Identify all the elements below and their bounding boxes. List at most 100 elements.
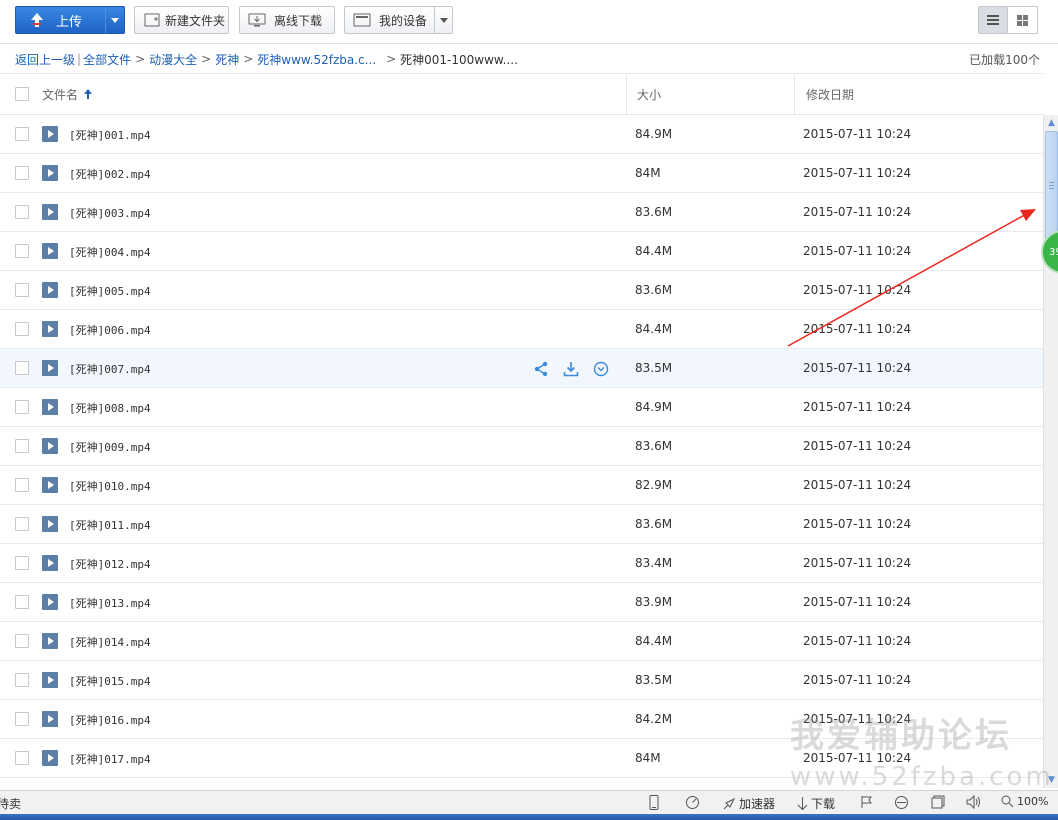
video-file-icon bbox=[42, 438, 58, 454]
table-row[interactable]: [死神]014.mp4 84.4M 2015-07-11 10:24 bbox=[0, 622, 1043, 661]
breadcrumb-item-bleach-site[interactable]: 死神www.52fzba.c... bbox=[257, 51, 376, 68]
breadcrumb-item-anime[interactable]: 动漫大全 bbox=[149, 51, 197, 68]
upload-icon bbox=[28, 12, 46, 28]
row-checkbox[interactable] bbox=[15, 439, 29, 453]
file-name[interactable]: [死神]011.mp4 bbox=[69, 517, 151, 533]
file-name[interactable]: [死神]003.mp4 bbox=[69, 205, 151, 221]
accelerator-button[interactable]: 加速器 bbox=[722, 795, 775, 812]
table-row[interactable]: [死神]007.mp4 83.5M 2015-07-11 10:24 bbox=[0, 349, 1043, 388]
row-actions bbox=[531, 359, 610, 378]
my-devices-dropdown[interactable] bbox=[434, 7, 452, 33]
row-checkbox[interactable] bbox=[15, 556, 29, 570]
table-row[interactable]: [死神]001.mp4 84.9M 2015-07-11 10:24 bbox=[0, 115, 1043, 154]
row-checkbox[interactable] bbox=[15, 751, 29, 765]
table-row[interactable]: [死神]009.mp4 83.6M 2015-07-11 10:24 bbox=[0, 427, 1043, 466]
table-row[interactable]: [死神]011.mp4 83.6M 2015-07-11 10:24 bbox=[0, 505, 1043, 544]
row-checkbox[interactable] bbox=[15, 478, 29, 492]
file-date: 2015-07-11 10:24 bbox=[803, 634, 912, 648]
file-name[interactable]: [死神]001.mp4 bbox=[69, 127, 151, 143]
offline-download-button[interactable]: 离线下载 bbox=[239, 6, 335, 34]
video-file-icon bbox=[42, 750, 58, 766]
row-checkbox[interactable] bbox=[15, 283, 29, 297]
file-name[interactable]: [死神]016.mp4 bbox=[69, 712, 151, 728]
table-row[interactable]: [死神]002.mp4 84M 2015-07-11 10:24 bbox=[0, 154, 1043, 193]
file-date: 2015-07-11 10:24 bbox=[803, 673, 912, 687]
grid-view-button[interactable] bbox=[1008, 7, 1037, 33]
table-row[interactable]: [死神]010.mp4 82.9M 2015-07-11 10:24 bbox=[0, 466, 1043, 505]
select-all-checkbox[interactable] bbox=[15, 87, 29, 101]
file-name[interactable]: [死神]017.mp4 bbox=[69, 751, 151, 767]
row-checkbox[interactable] bbox=[15, 361, 29, 375]
column-divider bbox=[794, 74, 795, 114]
row-checkbox[interactable] bbox=[15, 244, 29, 258]
file-name[interactable]: [死神]015.mp4 bbox=[69, 673, 151, 689]
file-name[interactable]: [死神]007.mp4 bbox=[69, 361, 151, 377]
file-size: 84.4M bbox=[635, 634, 673, 648]
file-date: 2015-07-11 10:24 bbox=[803, 166, 912, 180]
share-icon[interactable] bbox=[531, 359, 550, 378]
table-row[interactable]: [死神]015.mp4 83.5M 2015-07-11 10:24 bbox=[0, 661, 1043, 700]
watermark-url: www.52fzba.com bbox=[790, 762, 1054, 792]
phone-icon[interactable] bbox=[649, 795, 659, 810]
file-name[interactable]: [死神]008.mp4 bbox=[69, 400, 151, 416]
file-name[interactable]: [死神]013.mp4 bbox=[69, 595, 151, 611]
list-view-button[interactable] bbox=[979, 7, 1009, 33]
status-left-text: 待卖 bbox=[0, 797, 22, 811]
row-checkbox[interactable] bbox=[15, 400, 29, 414]
scrollbar-thumb[interactable] bbox=[1045, 131, 1058, 241]
column-modified[interactable]: 修改日期 bbox=[806, 74, 854, 114]
speaker-icon[interactable] bbox=[966, 795, 982, 809]
row-checkbox[interactable] bbox=[15, 205, 29, 219]
download-icon[interactable] bbox=[561, 359, 580, 378]
row-checkbox[interactable] bbox=[15, 712, 29, 726]
row-checkbox[interactable] bbox=[15, 595, 29, 609]
file-name[interactable]: [死神]006.mp4 bbox=[69, 322, 151, 338]
status-bar: 待卖 加速器 下载 100% bbox=[0, 790, 1058, 814]
file-name[interactable]: [死神]010.mp4 bbox=[69, 478, 151, 494]
speed-icon[interactable] bbox=[685, 795, 700, 810]
video-file-icon bbox=[42, 555, 58, 571]
breadcrumb-back[interactable]: 返回上一级 bbox=[15, 51, 75, 68]
select-all-checkbox-cell[interactable] bbox=[15, 74, 29, 114]
column-name[interactable]: 文件名 bbox=[42, 74, 93, 114]
file-size: 83.5M bbox=[635, 673, 673, 687]
row-checkbox[interactable] bbox=[15, 127, 29, 141]
table-row[interactable]: [死神]008.mp4 84.9M 2015-07-11 10:24 bbox=[0, 388, 1043, 427]
row-checkbox[interactable] bbox=[15, 517, 29, 531]
download-button[interactable]: 下载 bbox=[797, 795, 835, 812]
new-folder-button[interactable]: 新建文件夹 bbox=[134, 6, 229, 34]
upload-dropdown[interactable] bbox=[105, 7, 124, 33]
watermark-title: 我爱辅助论坛 bbox=[790, 716, 1012, 756]
file-name[interactable]: [死神]004.mp4 bbox=[69, 244, 151, 260]
ie-icon[interactable] bbox=[894, 795, 909, 810]
row-checkbox[interactable] bbox=[15, 166, 29, 180]
column-size[interactable]: 大小 bbox=[637, 74, 661, 114]
row-checkbox[interactable] bbox=[15, 322, 29, 336]
my-devices-button[interactable]: 我的设备 bbox=[344, 6, 453, 34]
scroll-up-arrow[interactable]: ▲ bbox=[1045, 116, 1058, 129]
vertical-scrollbar[interactable]: ▲ ▼ bbox=[1043, 115, 1058, 788]
flag-icon[interactable] bbox=[860, 795, 874, 809]
file-name[interactable]: [死神]009.mp4 bbox=[69, 439, 151, 455]
zoom-control[interactable]: 100% bbox=[1001, 795, 1048, 808]
upload-button[interactable]: 上传 bbox=[15, 6, 125, 34]
grid-icon bbox=[1017, 14, 1028, 26]
breadcrumb-item-bleach[interactable]: 死神 bbox=[215, 51, 239, 68]
device-icon bbox=[353, 12, 371, 28]
row-checkbox[interactable] bbox=[15, 673, 29, 687]
breadcrumb-item-all-files[interactable]: 全部文件 bbox=[83, 51, 131, 68]
file-name[interactable]: [死神]014.mp4 bbox=[69, 634, 151, 650]
more-menu-icon[interactable] bbox=[591, 359, 610, 378]
file-name[interactable]: [死神]002.mp4 bbox=[69, 166, 151, 182]
row-checkbox[interactable] bbox=[15, 634, 29, 648]
video-file-icon bbox=[42, 477, 58, 493]
table-row[interactable]: [死神]012.mp4 83.4M 2015-07-11 10:24 bbox=[0, 544, 1043, 583]
file-name[interactable]: [死神]005.mp4 bbox=[69, 283, 151, 299]
window-icon[interactable] bbox=[931, 795, 945, 809]
video-file-icon bbox=[42, 516, 58, 532]
monitor-download-icon bbox=[248, 12, 266, 28]
file-name[interactable]: [死神]012.mp4 bbox=[69, 556, 151, 572]
file-date: 2015-07-11 10:24 bbox=[803, 439, 912, 453]
table-row[interactable]: [死神]013.mp4 83.9M 2015-07-11 10:24 bbox=[0, 583, 1043, 622]
file-date: 2015-07-11 10:24 bbox=[803, 517, 912, 531]
